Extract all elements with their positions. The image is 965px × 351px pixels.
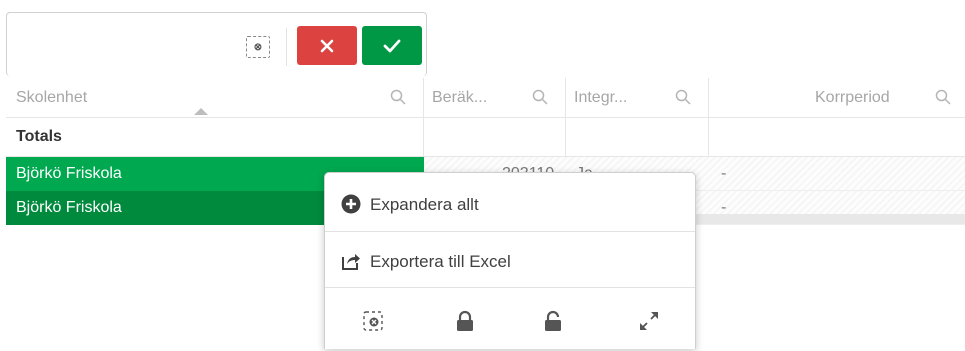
column-header-skolenhet[interactable]: Skolenhet xyxy=(6,78,424,118)
toolbar-divider xyxy=(286,28,287,66)
clear-selection-icon[interactable]: ⊗ xyxy=(246,36,270,58)
search-icon[interactable] xyxy=(532,89,548,105)
row-value: - xyxy=(721,199,727,216)
sort-ascending-icon xyxy=(194,108,208,115)
confirm-selection-button[interactable] xyxy=(362,26,422,65)
plus-circle-icon xyxy=(341,194,361,214)
unlock-icon[interactable] xyxy=(541,309,565,333)
search-icon[interactable] xyxy=(675,89,691,105)
row-value: - xyxy=(721,165,727,182)
lock-icon[interactable] xyxy=(453,309,477,333)
column-header-berak[interactable]: Beräk... xyxy=(424,78,566,118)
column-header-korrperiod[interactable]: Korrperiod xyxy=(709,78,965,118)
search-icon[interactable] xyxy=(390,89,406,105)
search-icon[interactable] xyxy=(935,89,951,105)
cancel-selection-button[interactable] xyxy=(297,26,357,65)
check-icon xyxy=(383,39,401,52)
context-menu: Expandera allt Exportera till Excel xyxy=(324,172,696,349)
column-label: Skolenhet xyxy=(16,89,88,106)
x-icon xyxy=(320,39,334,52)
expand-icon[interactable] xyxy=(637,309,661,333)
column-label: Integr... xyxy=(574,89,628,106)
menu-item-expand-all[interactable]: Expandera allt xyxy=(325,175,695,231)
totals-row: Totals xyxy=(6,118,965,157)
menu-item-label: Exportera till Excel xyxy=(370,252,511,271)
column-label: Korrperiod xyxy=(815,89,890,106)
clear-selection-icon[interactable] xyxy=(361,309,385,333)
menu-item-label: Expandera allt xyxy=(370,195,479,214)
export-icon xyxy=(342,254,360,270)
menu-toolbar xyxy=(325,287,695,351)
totals-label: Totals xyxy=(16,128,62,145)
column-header-integr[interactable]: Integr... xyxy=(566,78,709,118)
menu-item-export-excel[interactable]: Exportera till Excel xyxy=(325,231,695,288)
column-label: Beräk... xyxy=(432,89,488,106)
